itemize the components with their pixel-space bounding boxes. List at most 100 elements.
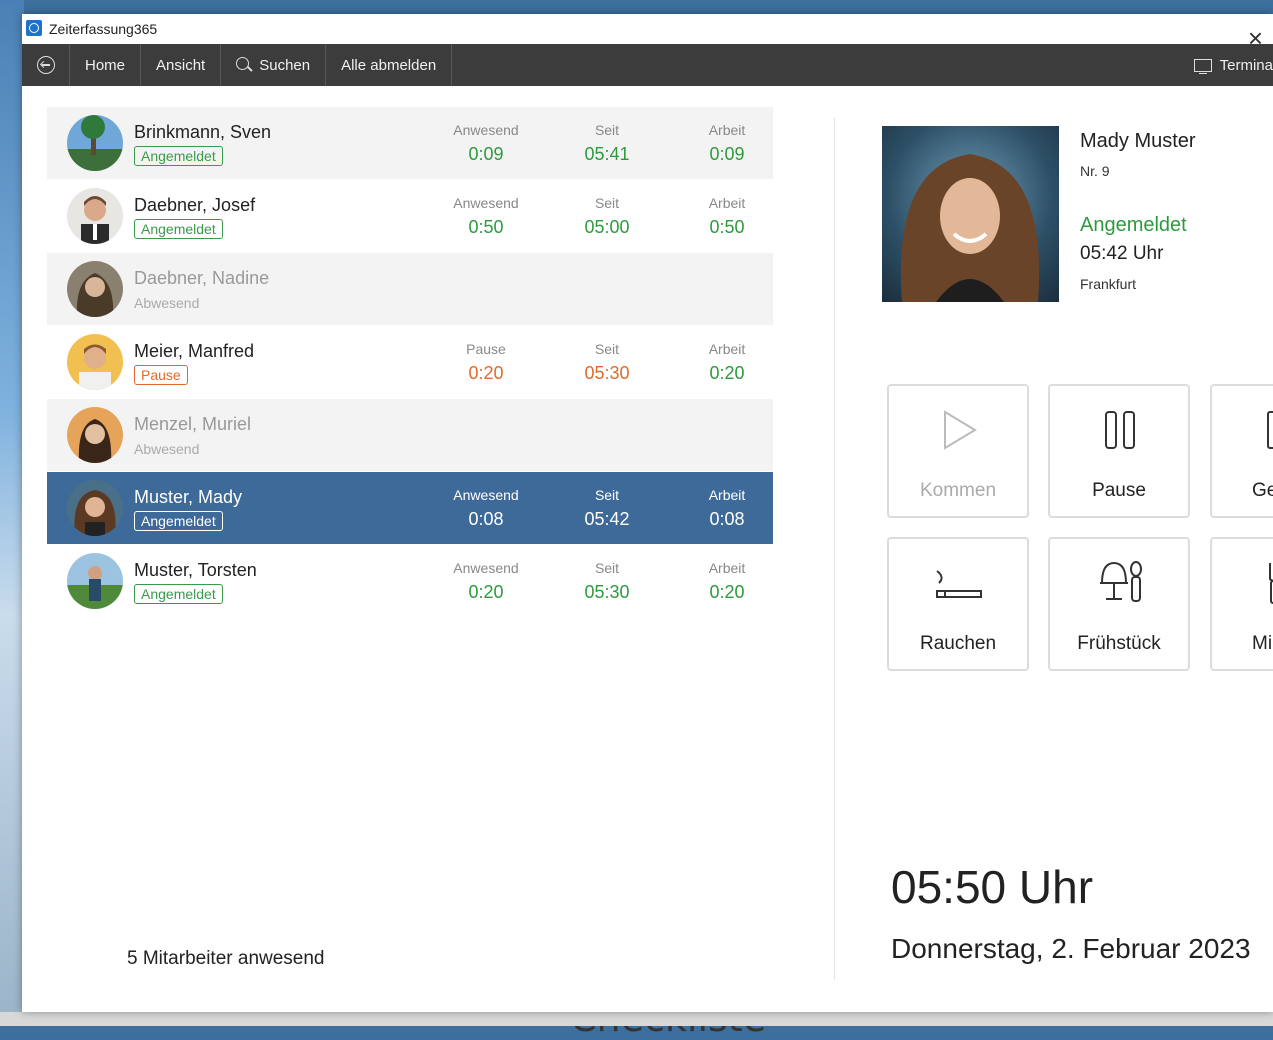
employee-name: Daebner, Josef <box>134 195 256 215</box>
go-label: Ge <box>1252 480 1273 501</box>
employee-row[interactable]: Menzel, Muriel Abwesend <box>47 399 773 471</box>
column-label: Seit <box>594 122 620 138</box>
status-badge: Angemeldet <box>134 146 223 166</box>
work-value: 0:20 <box>709 582 745 602</box>
column-label: Seit <box>594 487 620 503</box>
employee-row-selected[interactable]: Muster, Mady Angemeldet Anwesend 0:08 Sei… <box>47 472 773 544</box>
current-time: 05:50 Uhr <box>891 861 1094 913</box>
smoke-button[interactable]: Rauchen <box>887 537 1029 671</box>
title-bar: Zeiterfassung365 × <box>22 14 1273 51</box>
menu-logout-all[interactable]: Alle abmelden <box>326 44 453 86</box>
app-clock-icon <box>26 20 42 36</box>
status-badge: Angemeldet <box>134 219 223 239</box>
come-label: Kommen <box>919 480 997 501</box>
menu-search[interactable]: Suchen <box>221 44 327 86</box>
menu-bar: Home Ansicht Suchen Alle abmelden Termin… <box>22 44 1273 86</box>
work-value: 0:20 <box>709 363 745 383</box>
lunch-button[interactable]: Mi <box>1210 537 1273 671</box>
since-value: 05:41 <box>584 144 630 164</box>
window-title: Zeiterfassung365 <box>49 21 158 37</box>
terminal-button[interactable]: Termina <box>1193 44 1273 86</box>
work-column: Arbeit 0:50 <box>677 195 777 238</box>
pause-label: Pause <box>1092 480 1146 501</box>
door-icon <box>1267 411 1273 449</box>
column-label: Seit <box>594 195 620 211</box>
employee-row[interactable]: Daebner, Nadine Abwesend <box>47 253 773 325</box>
cigarette-icon <box>936 570 982 598</box>
column-label: Seit <box>594 341 620 357</box>
status-badge: Angemeldet <box>134 584 223 604</box>
employee-row[interactable]: Muster, Torsten Angemeldet Anwesend 0:20 … <box>47 545 773 617</box>
column-label: Arbeit <box>708 122 746 138</box>
since-value: 05:30 <box>584 363 630 383</box>
desktop-background <box>0 0 24 1026</box>
come-button[interactable]: Kommen <box>887 384 1029 518</box>
employee-name: Brinkmann, Sven <box>134 122 272 142</box>
employee-name: Meier, Manfred <box>134 341 255 361</box>
since-column: Seit 05:30 <box>557 560 657 603</box>
pause-button[interactable]: Pause <box>1048 384 1190 518</box>
since-column: Seit 05:41 <box>557 122 657 165</box>
profile-status: Angemeldet <box>1080 214 1187 236</box>
play-icon <box>944 410 977 450</box>
status-badge: Angemeldet <box>134 511 223 531</box>
status-text: Abwesend <box>134 295 200 311</box>
work-value: 0:08 <box>709 509 745 529</box>
column-label: Anwesend <box>453 487 519 503</box>
menu-search-label: Suchen <box>259 56 311 74</box>
monitor-icon <box>1193 58 1212 74</box>
since-column: Seit 05:42 <box>557 487 657 530</box>
column-label: Arbeit <box>708 487 746 503</box>
since-value: 05:42 <box>584 509 630 529</box>
profile-name: Mady Muster <box>1080 130 1196 152</box>
column-label: Arbeit <box>708 560 746 576</box>
column-label: Anwesend <box>453 195 519 211</box>
present-column: Anwesend 0:09 <box>436 122 536 165</box>
employee-row[interactable]: Daebner, Josef Angemeldet Anwesend 0:50 S… <box>47 180 773 252</box>
present-value: 0:50 <box>468 217 504 237</box>
column-label: Arbeit <box>708 341 746 357</box>
menu-view[interactable]: Ansicht <box>141 44 222 86</box>
work-column: Arbeit 0:20 <box>677 341 777 384</box>
present-value: 0:20 <box>468 582 504 602</box>
present-value: 0:08 <box>468 509 504 529</box>
background-window-strip <box>0 1012 1273 1026</box>
menu-home[interactable]: Home <box>70 44 142 86</box>
employee-row[interactable]: Meier, Manfred Pause Pause 0:20 Seit 05:30… <box>47 326 773 398</box>
work-column: Arbeit 0:20 <box>677 560 777 603</box>
since-value: 05:00 <box>584 217 630 237</box>
breakfast-button[interactable]: Frühstück <box>1048 537 1190 671</box>
go-button[interactable]: Ge <box>1210 384 1273 518</box>
pause-value: 0:20 <box>468 363 504 383</box>
pause-column: Pause 0:20 <box>436 341 536 384</box>
cutlery-icon <box>1269 563 1273 604</box>
egg-spoon-icon <box>1100 561 1142 602</box>
present-count: 5 Mitarbeiter anwesend <box>127 948 325 969</box>
smoke-label: Rauchen <box>919 633 997 654</box>
app-window: Zeiterfassung365 × Home Ansicht Suchen A… <box>22 14 1273 1012</box>
avatar <box>67 115 123 171</box>
employee-name: Muster, Torsten <box>134 560 257 580</box>
present-column: Anwesend 0:20 <box>436 560 536 603</box>
search-icon <box>236 56 250 70</box>
column-label: Arbeit <box>708 195 746 211</box>
since-value: 05:30 <box>584 582 630 602</box>
present-column: Anwesend 0:08 <box>436 487 536 530</box>
avatar <box>67 188 123 244</box>
back-button[interactable] <box>22 44 70 86</box>
current-date: Donnerstag, 2. Februar 2023 <box>891 933 1251 964</box>
work-value: 0:09 <box>709 144 745 164</box>
profile-location: Frankfurt <box>1080 276 1137 292</box>
status-badge: Pause <box>134 365 188 385</box>
work-value: 0:50 <box>709 217 745 237</box>
column-label: Seit <box>594 560 620 576</box>
employee-list: Brinkmann, Sven Angemeldet Anwesend 0:09 … <box>47 107 773 618</box>
employee-name: Daebner, Nadine <box>134 268 270 288</box>
panel-divider <box>834 118 835 980</box>
terminal-label: Termina <box>1219 56 1273 74</box>
avatar <box>67 480 123 536</box>
profile-time: 05:42 Uhr <box>1080 243 1164 264</box>
breakfast-label: Frühstück <box>1077 633 1161 654</box>
employee-row[interactable]: Brinkmann, Sven Angemeldet Anwesend 0:09 … <box>47 107 773 179</box>
avatar <box>67 334 123 390</box>
